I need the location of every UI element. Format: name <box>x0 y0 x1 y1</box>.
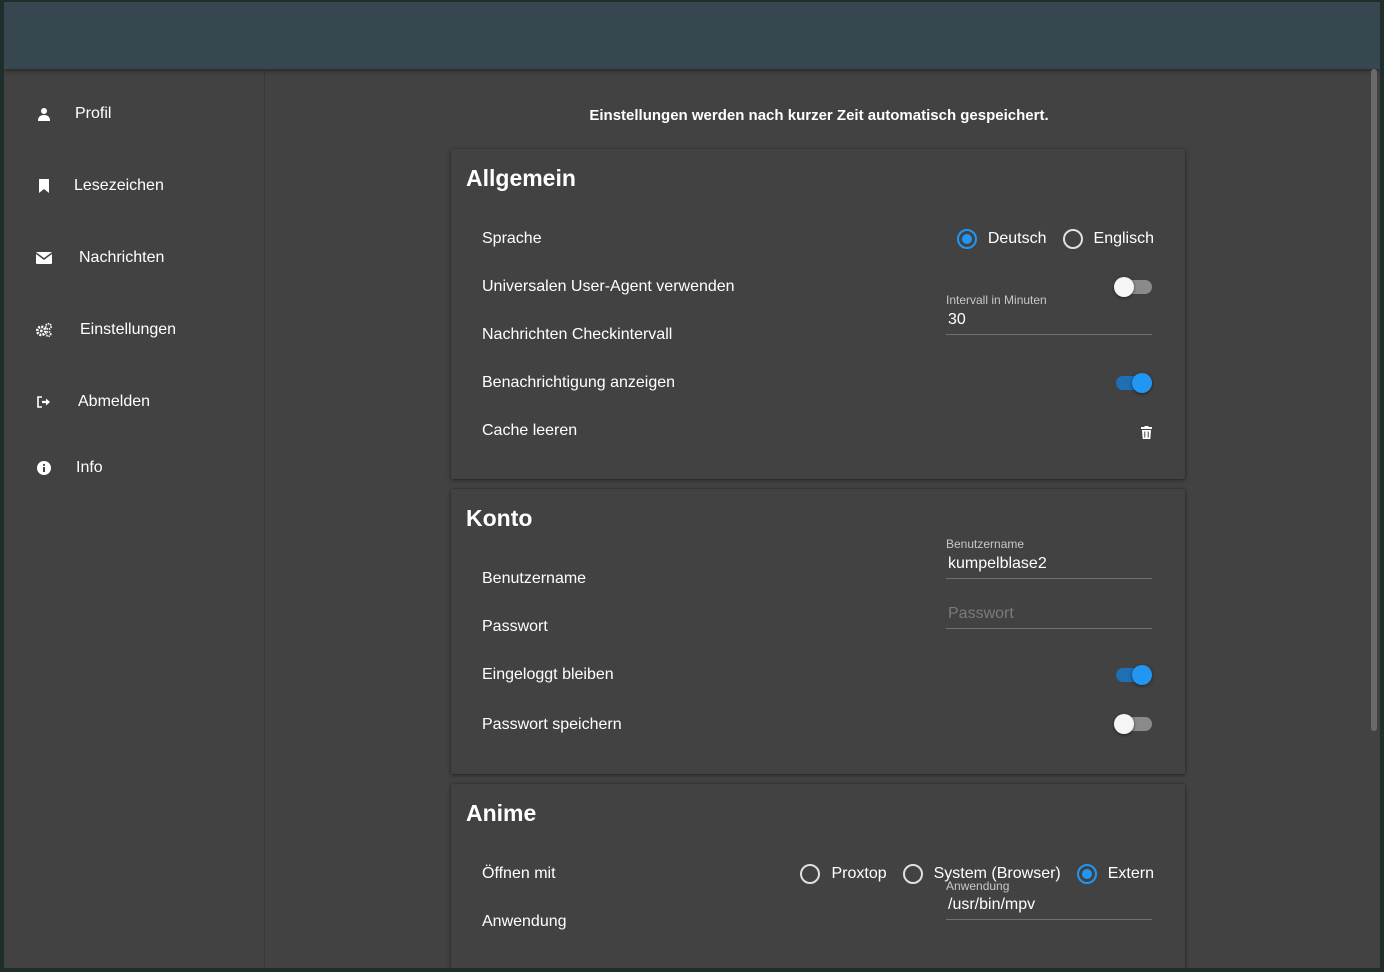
sidebar-item-einstellungen[interactable]: Einstellungen <box>4 306 265 354</box>
toggle-knob <box>1132 373 1152 393</box>
app-window: Profil Lesezeichen Nachrichten Einstellu… <box>4 2 1380 968</box>
toggle-knob <box>1114 714 1134 734</box>
sidebar-item-info[interactable]: Info <box>4 444 265 492</box>
application-field-label: Anwendung <box>946 879 1010 893</box>
autosave-notice: Einstellungen werden nach kurzer Zeit au… <box>589 107 1049 124</box>
user-icon <box>36 106 52 122</box>
stay-logged-in-toggle[interactable] <box>1116 665 1152 685</box>
radio-button[interactable] <box>902 864 923 884</box>
sidebar-item-lesezeichen[interactable]: Lesezeichen <box>4 162 265 210</box>
user-agent-toggle[interactable] <box>1114 277 1152 297</box>
password-input[interactable] <box>946 601 1152 629</box>
interval-input[interactable] <box>946 307 1152 335</box>
username-label: Benutzername <box>482 570 587 587</box>
radio-option-englisch[interactable]: Englisch <box>1062 229 1154 249</box>
interval-field: Intervall in Minuten <box>946 293 1152 335</box>
open-with-label: Öffnen mit <box>482 865 556 882</box>
radio-button-checked[interactable] <box>956 229 977 249</box>
sidebar-item-label: Abmelden <box>78 393 151 410</box>
user-agent-label: Universalen User-Agent verwenden <box>482 278 735 295</box>
application-input[interactable] <box>946 892 1152 920</box>
radio-button[interactable] <box>1062 229 1083 249</box>
cache-label: Cache leeren <box>482 422 578 439</box>
card-title: Anime <box>466 800 537 826</box>
top-app-bar <box>4 2 1380 69</box>
toggle-knob <box>1132 665 1152 685</box>
trash-icon[interactable] <box>1141 426 1152 444</box>
radio-option-proxtop[interactable]: Proxtop <box>800 864 887 884</box>
notification-label: Benachrichtigung anzeigen <box>482 374 676 391</box>
bookmark-icon <box>36 178 52 194</box>
application-field: Anwendung <box>946 879 1152 920</box>
sidebar-item-abmelden[interactable]: Abmelden <box>4 378 265 426</box>
card-title: Konto <box>466 505 533 531</box>
sidebar-item-label: Lesezeichen <box>74 177 164 194</box>
anime-settings-card: Anime Öffnen mit Proxtop System (Browser… <box>451 784 1185 968</box>
sidebar: Profil Lesezeichen Nachrichten Einstellu… <box>4 69 265 968</box>
radio-option-label: Englisch <box>1093 230 1154 247</box>
password-label: Passwort <box>482 618 548 635</box>
radio-option-deutsch[interactable]: Deutsch <box>956 229 1047 249</box>
envelope-icon <box>36 250 52 266</box>
username-input[interactable] <box>946 551 1152 579</box>
scrollbar-thumb[interactable] <box>1371 69 1377 731</box>
username-field-label: Benutzername <box>946 537 1025 551</box>
sidebar-item-nachrichten[interactable]: Nachrichten <box>4 234 265 282</box>
password-field <box>946 601 1152 629</box>
save-password-toggle[interactable] <box>1114 714 1152 734</box>
check-interval-label: Nachrichten Checkintervall <box>482 326 673 343</box>
application-label: Anwendung <box>482 913 567 930</box>
info-icon <box>36 460 52 476</box>
sidebar-item-profil[interactable]: Profil <box>4 90 265 138</box>
radio-option-label: Deutsch <box>987 230 1047 247</box>
account-settings-card: Konto Benutzername Benutzername Passwort… <box>451 489 1185 774</box>
sidebar-item-label: Info <box>76 459 103 476</box>
sign-out-icon <box>36 394 52 410</box>
settings-content: Einstellungen werden nach kurzer Zeit au… <box>266 69 1368 968</box>
save-password-label: Passwort speichern <box>482 716 622 733</box>
gears-icon <box>36 322 52 338</box>
radio-option-label: Proxtop <box>831 865 887 882</box>
card-title: Allgemein <box>466 165 576 191</box>
sidebar-item-label: Nachrichten <box>79 249 165 266</box>
sidebar-item-label: Einstellungen <box>80 321 177 338</box>
interval-field-label: Intervall in Minuten <box>946 293 1047 307</box>
username-field: Benutzername <box>946 537 1152 579</box>
notification-toggle[interactable] <box>1116 373 1152 393</box>
language-radio-group: Deutsch Englisch <box>941 229 1154 249</box>
stay-logged-in-label: Eingeloggt bleiben <box>482 666 614 683</box>
language-label: Sprache <box>482 230 542 247</box>
radio-button[interactable] <box>800 864 821 884</box>
general-settings-card: Allgemein Sprache Deutsch Englisch Unive… <box>451 149 1185 479</box>
sidebar-item-label: Profil <box>75 105 112 122</box>
